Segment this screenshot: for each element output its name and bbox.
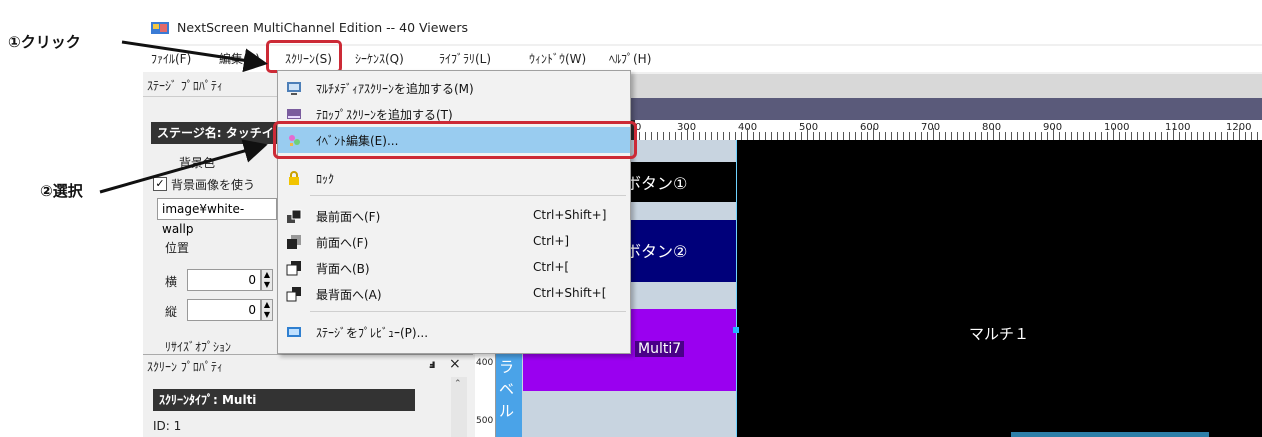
annotation-arrows bbox=[99, 40, 268, 194]
arrow-step1 bbox=[121, 40, 268, 73]
arrow-step2 bbox=[99, 139, 268, 194]
